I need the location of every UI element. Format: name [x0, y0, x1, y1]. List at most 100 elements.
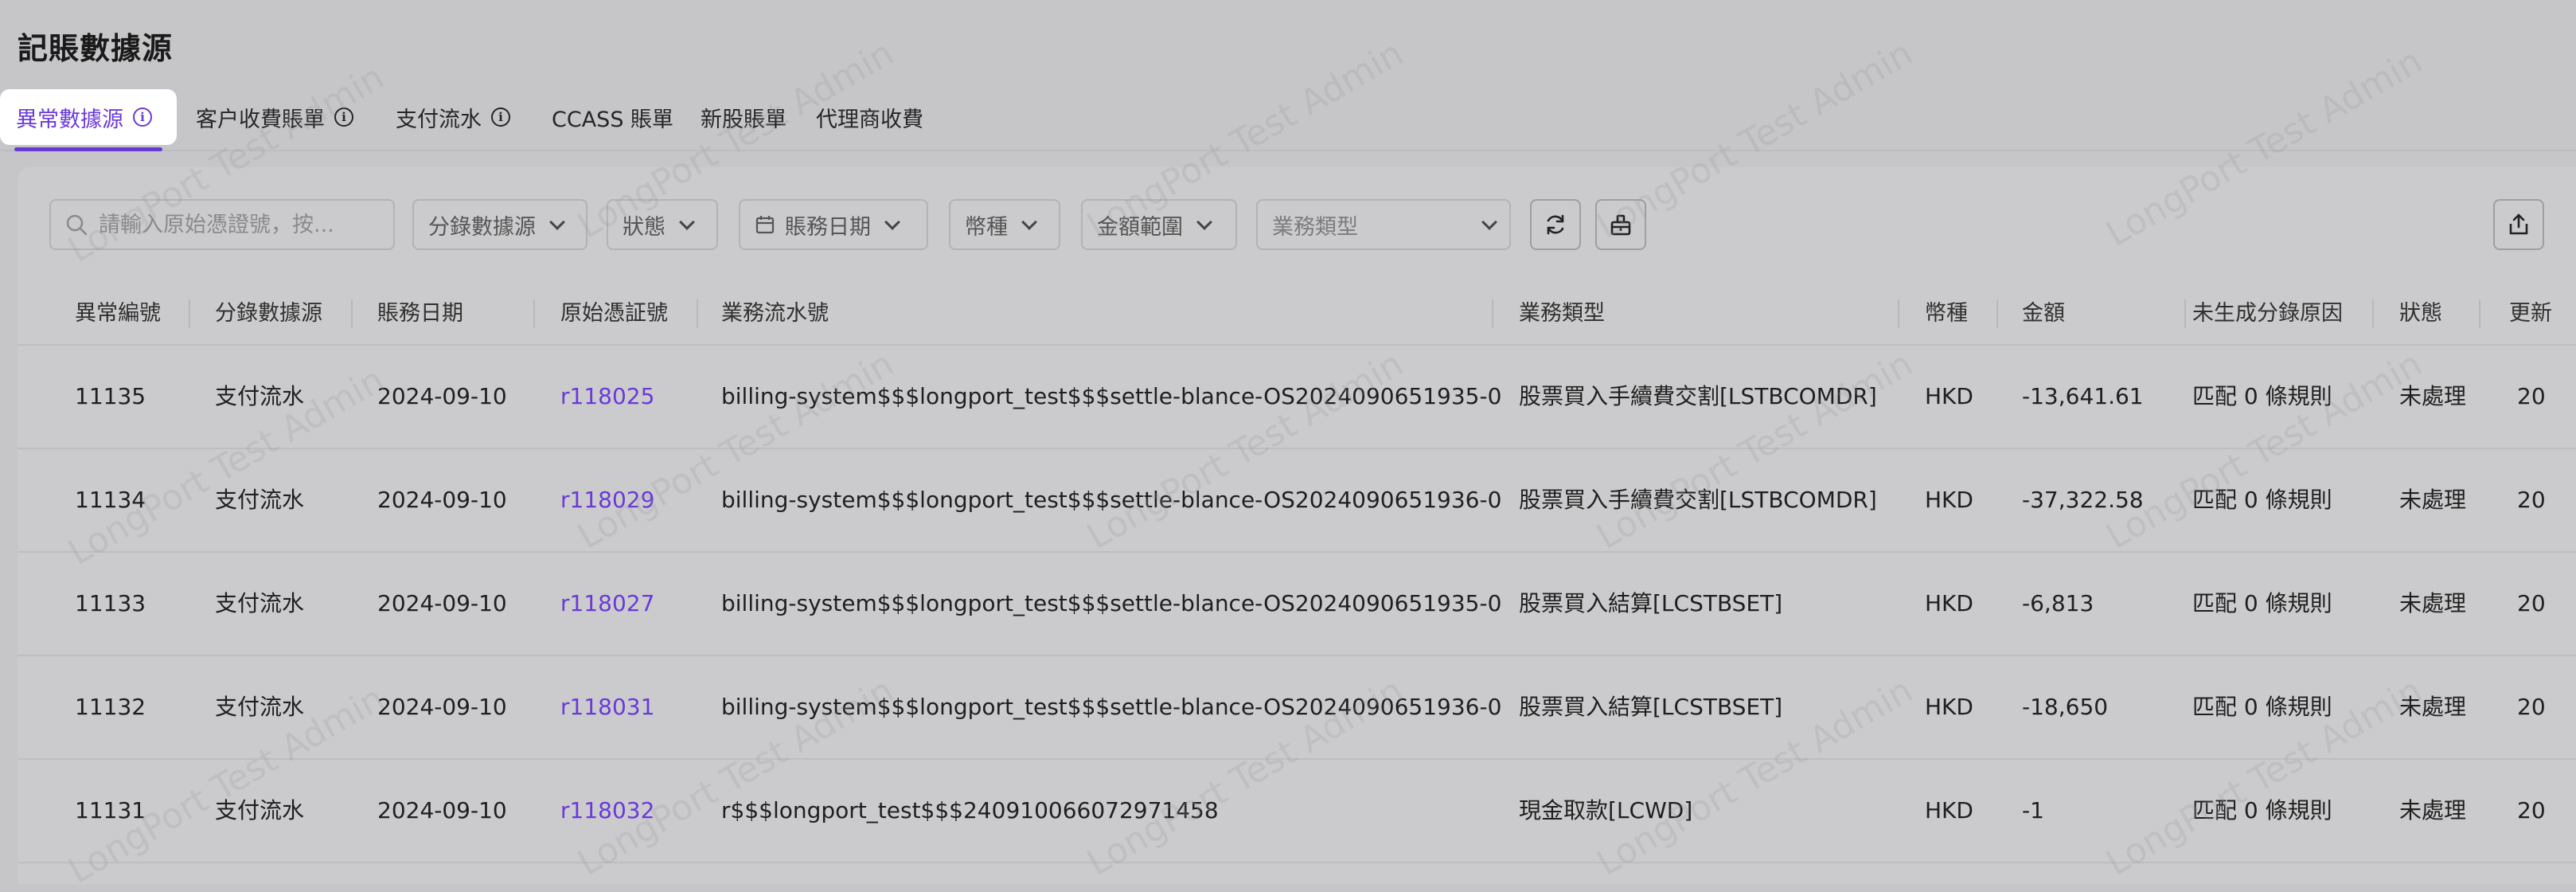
column-divider — [533, 299, 535, 328]
cell-source: 支付流水 — [215, 797, 305, 824]
cell-reason: 匹配 0 條規則 — [2192, 797, 2332, 824]
tab-label: 代理商收費 — [816, 107, 923, 132]
cell-id: 11134 — [75, 487, 146, 513]
cell-updated: 20 — [2517, 797, 2546, 824]
cell-voucher-link[interactable]: r118027 — [560, 553, 654, 655]
cell-biz-type: 股票買入結算[LCSTBSET] — [1519, 694, 1783, 720]
refresh-button[interactable] — [1530, 199, 1581, 250]
cell-voucher-link[interactable]: r118029 — [560, 449, 654, 551]
search-input[interactable] — [97, 211, 347, 238]
cell-currency: HKD — [1925, 383, 1973, 409]
tab-ipo-bill[interactable]: 新股賬單 — [701, 89, 786, 145]
column-header: 更新 — [2509, 301, 2552, 326]
cell-voucher-link[interactable]: r118031 — [560, 656, 654, 758]
cell-biz-type: 現金取款[LCWD] — [1519, 797, 1693, 824]
column-header: 異常編號 — [75, 301, 161, 326]
cell-voucher-link[interactable]: r118025 — [560, 346, 654, 448]
search-icon — [66, 214, 88, 236]
cell-status: 未處理 — [2399, 383, 2467, 409]
column-header: 賬務日期 — [377, 301, 463, 326]
clear-button[interactable] — [1595, 199, 1646, 250]
source-filter-label: 分錄數據源 — [428, 214, 536, 240]
tab-label: 異常數據源 — [16, 107, 123, 132]
chevron-down-icon — [549, 214, 565, 230]
amount-range-filter-label: 金額範圍 — [1097, 214, 1183, 240]
business-type-select[interactable]: 業務類型 — [1256, 199, 1511, 250]
cell-reason: 匹配 0 條規則 — [2192, 383, 2332, 409]
calendar-icon — [755, 216, 775, 234]
tab-label: 新股賬單 — [701, 107, 786, 132]
cell-biz-type: 股票買入手續費交割[LSTBCOMDR] — [1519, 487, 1877, 513]
search-box[interactable] — [49, 199, 395, 250]
cell-updated: 20 — [2517, 487, 2546, 513]
cell-status: 未處理 — [2399, 590, 2467, 616]
refresh-icon — [1547, 214, 1564, 235]
table-row[interactable]: 11133 支付流水 2024-09-10 r118027 billing-sy… — [18, 553, 2576, 656]
export-button[interactable] — [2493, 199, 2544, 250]
export-icon — [2509, 213, 2528, 235]
table-row[interactable]: 11132 支付流水 2024-09-10 r118031 billing-sy… — [18, 656, 2576, 760]
column-divider — [351, 299, 353, 328]
column-header: 業務流水號 — [721, 301, 829, 326]
table-row[interactable]: 11135 支付流水 2024-09-10 r118025 billing-sy… — [18, 346, 2576, 449]
cell-voucher-link[interactable]: r118032 — [560, 760, 654, 862]
cell-status: 未處理 — [2399, 694, 2467, 720]
tab-label: 支付流水 — [396, 107, 482, 132]
cell-id: 11135 — [75, 383, 146, 409]
tab-customer-billing[interactable]: 客户收費賬單 i — [196, 89, 353, 145]
cell-source: 支付流水 — [215, 694, 305, 720]
cell-amount: -6,813 — [2022, 590, 2094, 616]
cell-id: 11131 — [75, 797, 146, 824]
cell-biz-type: 股票買入結算[LCSTBSET] — [1519, 590, 1783, 616]
column-divider — [2184, 299, 2186, 328]
column-header: 業務類型 — [1519, 301, 1605, 326]
tab-payment-flow[interactable]: 支付流水 i — [396, 89, 510, 145]
column-divider — [1898, 299, 1899, 328]
column-divider — [1996, 299, 1998, 328]
cell-flow-no: billing-system$$$longport_test$$$settle-… — [721, 383, 1502, 409]
column-header: 未生成分錄原因 — [2192, 301, 2343, 326]
cell-id: 11133 — [75, 590, 146, 616]
column-header: 狀態 — [2399, 301, 2442, 326]
currency-filter[interactable]: 幣種 — [949, 199, 1060, 250]
chevron-down-icon — [884, 214, 900, 230]
tab-label: CCASS 賬單 — [552, 107, 674, 132]
column-divider — [189, 299, 190, 328]
tab-ccass-bill[interactable]: CCASS 賬單 — [552, 89, 673, 145]
amount-range-filter[interactable]: 金額範圍 — [1081, 199, 1237, 250]
table-row[interactable]: 11134 支付流水 2024-09-10 r118029 billing-sy… — [18, 449, 2576, 553]
cell-updated: 20 — [2517, 383, 2546, 409]
tab-exception-sources[interactable]: 異常數據源 i — [0, 89, 177, 151]
status-filter[interactable]: 狀態 — [607, 199, 718, 250]
cell-currency: HKD — [1925, 487, 1973, 513]
cell-id: 11132 — [75, 694, 146, 720]
cell-amount: -37,322.58 — [2022, 487, 2144, 513]
column-header: 分錄數據源 — [215, 301, 322, 326]
page-title: 記賬數據源 — [18, 31, 174, 66]
cell-currency: HKD — [1925, 797, 1973, 824]
cell-amount: -18,650 — [2022, 694, 2109, 720]
column-header: 金額 — [2022, 301, 2065, 326]
currency-filter-label: 幣種 — [965, 214, 1008, 240]
cell-source: 支付流水 — [215, 487, 305, 513]
date-filter[interactable]: 賬務日期 — [739, 199, 928, 250]
info-icon[interactable]: i — [133, 108, 152, 127]
cell-reason: 匹配 0 條規則 — [2192, 487, 2332, 513]
cell-currency: HKD — [1925, 694, 1973, 720]
chevron-down-icon — [1196, 214, 1212, 230]
tab-label: 客户收費賬單 — [196, 107, 325, 132]
tab-agent-fee[interactable]: 代理商收費 — [816, 89, 923, 145]
chevron-down-icon — [679, 214, 695, 230]
column-divider — [2372, 299, 2374, 328]
info-icon[interactable]: i — [491, 108, 510, 127]
cell-biz-type: 股票買入手續費交割[LSTBCOMDR] — [1519, 383, 1877, 409]
source-filter[interactable]: 分錄數據源 — [412, 199, 587, 250]
column-divider — [2479, 299, 2480, 328]
business-type-placeholder: 業務類型 — [1272, 214, 1358, 240]
cell-updated: 20 — [2517, 590, 2546, 616]
cell-flow-no: billing-system$$$longport_test$$$settle-… — [721, 694, 1502, 720]
table-row[interactable]: 11131 支付流水 2024-09-10 r118032 r$$$longpo… — [18, 760, 2576, 863]
column-divider — [697, 299, 698, 328]
info-icon[interactable]: i — [334, 108, 353, 127]
cell-amount: -13,641.61 — [2022, 383, 2144, 409]
